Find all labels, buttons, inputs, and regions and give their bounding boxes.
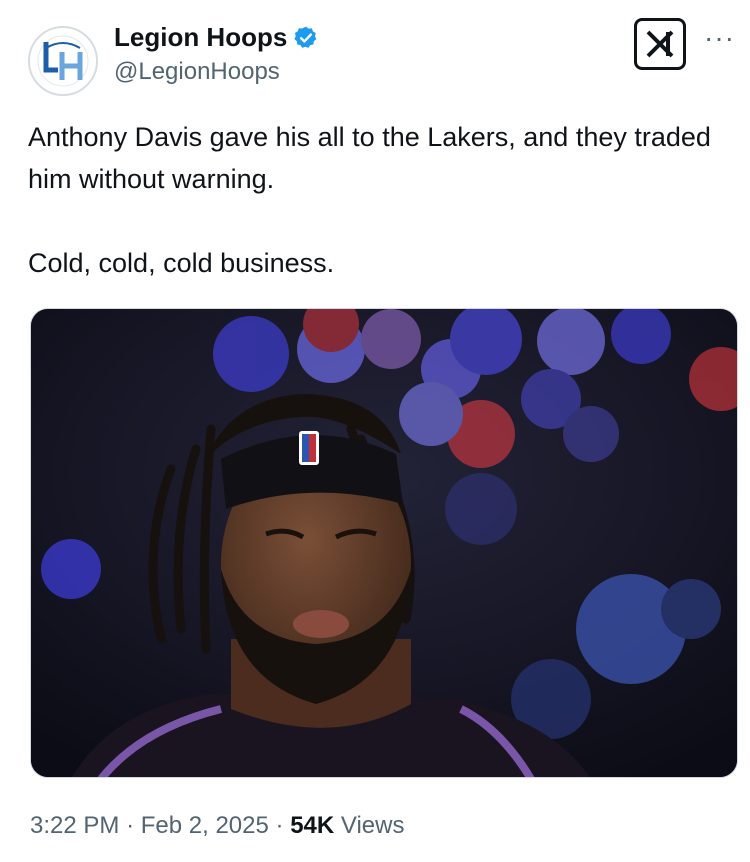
tweet-metadata: 3:22 PM · Feb 2, 2025 · 54K Views xyxy=(30,812,404,840)
tweet-text: Anthony Davis gave his all to the Lakers… xyxy=(28,122,711,278)
tweet-time[interactable]: 3:22 PM xyxy=(30,812,119,839)
x-logo-button[interactable] xyxy=(634,18,686,70)
legion-hoops-logo-icon xyxy=(37,35,89,87)
more-options-icon[interactable]: ··· xyxy=(704,22,735,54)
separator: · xyxy=(126,812,135,839)
player-photo-image xyxy=(31,309,737,777)
tweet-photo[interactable] xyxy=(30,308,738,778)
tweet-header: Legion Hoops @LegionHoops ··· xyxy=(28,18,734,98)
views-count: 54K xyxy=(290,812,335,839)
avatar[interactable] xyxy=(28,26,98,96)
verified-badge-icon xyxy=(294,26,317,48)
views-label: Views xyxy=(340,812,405,839)
account-handle[interactable]: @LegionHoops xyxy=(114,58,280,86)
separator: · xyxy=(275,812,284,839)
x-logo-icon xyxy=(646,30,674,58)
account-name[interactable]: Legion Hoops xyxy=(114,22,287,53)
tweet-date[interactable]: Feb 2, 2025 xyxy=(141,812,269,839)
